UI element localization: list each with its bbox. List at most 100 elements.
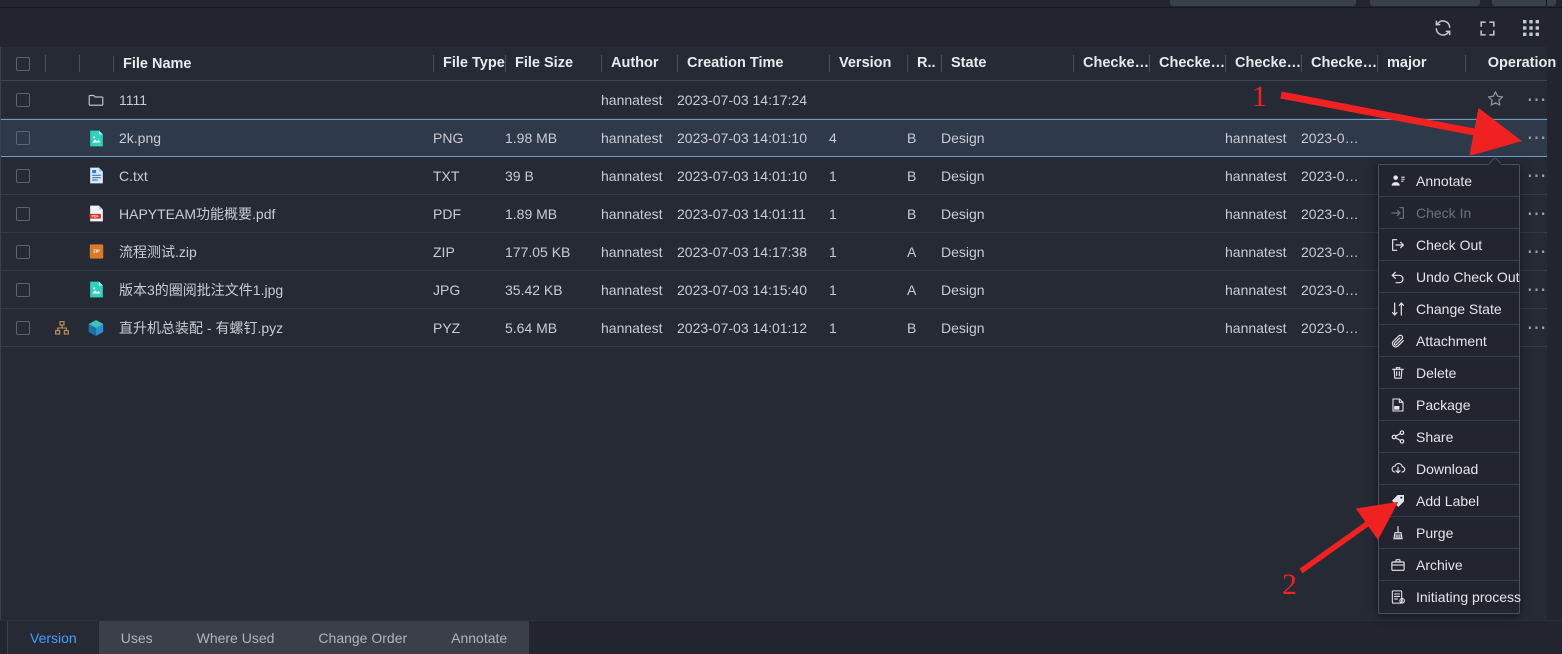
header-checked-3[interactable]: Checke… bbox=[1225, 55, 1301, 72]
header-checked-2[interactable]: Checke… bbox=[1149, 55, 1225, 72]
row-r: B bbox=[907, 167, 917, 184]
row-checkbox[interactable] bbox=[16, 206, 30, 221]
favorite-star-icon[interactable] bbox=[1486, 127, 1505, 149]
row-author: hannatest bbox=[601, 281, 663, 298]
menu-item-add-label[interactable]: Add Label bbox=[1379, 485, 1519, 517]
tab-where-used[interactable]: Where Used bbox=[174, 621, 297, 654]
row-state: Design bbox=[941, 281, 985, 298]
file-table: File Name File Type File Size Author Cre… bbox=[0, 47, 1556, 620]
table-row[interactable]: ZIP 流程测试.zip ZIP 177.05 KB hannatest 202… bbox=[1, 233, 1547, 271]
row-file-name[interactable]: 流程测试.zip bbox=[113, 242, 433, 262]
row-more-options-button[interactable]: ⋯ bbox=[1527, 128, 1549, 148]
header-author[interactable]: Author bbox=[601, 55, 677, 72]
row-file-name[interactable]: 直升机总装配 - 有螺钉.pyz bbox=[113, 318, 433, 338]
row-more-options-button[interactable]: ⋯ bbox=[1527, 166, 1549, 186]
header-version[interactable]: Version bbox=[829, 55, 907, 72]
header-state[interactable]: State bbox=[941, 55, 1073, 72]
row-checkbox[interactable] bbox=[16, 244, 30, 259]
row-file-name[interactable]: C.txt bbox=[113, 168, 433, 184]
row-checked-3: hannatest bbox=[1225, 167, 1287, 184]
svg-text:PDF: PDF bbox=[91, 215, 99, 219]
menu-item-initiating-process[interactable]: Initiating process bbox=[1379, 581, 1521, 613]
table-row[interactable]: C.txt TXT 39 B hannatest 2023-07-03 14:0… bbox=[1, 157, 1547, 195]
row-checkbox[interactable] bbox=[16, 168, 30, 183]
refresh-icon[interactable] bbox=[1432, 17, 1454, 39]
header-r[interactable]: R.. bbox=[907, 55, 941, 72]
menu-item-check-out[interactable]: Check Out bbox=[1379, 229, 1519, 261]
row-file-type: JPG bbox=[433, 281, 461, 298]
row-file-name[interactable]: 1111 bbox=[113, 92, 433, 108]
svg-text:ZIP: ZIP bbox=[1394, 406, 1398, 410]
purge-broom-icon bbox=[1389, 524, 1406, 541]
menu-item-purge[interactable]: Purge bbox=[1379, 517, 1519, 549]
row-author: hannatest bbox=[601, 319, 663, 336]
row-state: Design bbox=[941, 319, 985, 336]
txt-file-icon bbox=[79, 166, 113, 185]
row-more-options-button[interactable]: ⋯ bbox=[1527, 318, 1549, 338]
tab-uses[interactable]: Uses bbox=[98, 621, 175, 654]
menu-item-archive[interactable]: Archive bbox=[1379, 549, 1519, 581]
menu-item-label: Archive bbox=[1416, 556, 1463, 573]
row-file-type: TXT bbox=[433, 167, 460, 184]
table-row[interactable]: 1111 hannatest 2023-07-03 14:17:24 ⋯ bbox=[1, 81, 1547, 119]
menu-item-label: Share bbox=[1416, 428, 1454, 445]
row-more-options-button[interactable]: ⋯ bbox=[1527, 204, 1549, 224]
tab-change-order[interactable]: Change Order bbox=[296, 621, 430, 654]
package-icon: ZIP bbox=[1389, 396, 1406, 413]
table-row[interactable]: 2k.png PNG 1.98 MB hannatest 2023-07-03 … bbox=[1, 119, 1547, 157]
menu-item-change-state[interactable]: Change State bbox=[1379, 293, 1519, 325]
favorite-star-icon[interactable] bbox=[1486, 89, 1505, 111]
header-checked-4[interactable]: Checke… bbox=[1301, 55, 1377, 72]
menu-item-delete[interactable]: Delete bbox=[1379, 357, 1519, 389]
header-file-size[interactable]: File Size bbox=[505, 55, 601, 72]
row-tree-toggle[interactable] bbox=[45, 320, 79, 336]
menu-item-annotate[interactable]: Annotate bbox=[1379, 165, 1519, 197]
row-select-cell bbox=[1, 168, 45, 183]
header-creation-time[interactable]: Creation Time bbox=[677, 55, 829, 72]
row-r: A bbox=[907, 281, 917, 298]
row-state: Design bbox=[941, 130, 985, 146]
image-file-icon bbox=[79, 280, 113, 299]
table-row[interactable]: 版本3的圈阅批注文件1.jpg JPG 35.42 KB hannatest 2… bbox=[1, 271, 1547, 309]
row-file-name[interactable]: HAPYTEAM功能概要.pdf bbox=[113, 204, 433, 224]
header-tree-col bbox=[45, 55, 79, 72]
tab-annotate[interactable]: Annotate bbox=[429, 621, 530, 654]
row-more-options-button[interactable]: ⋯ bbox=[1527, 280, 1549, 300]
row-more-options-button[interactable]: ⋯ bbox=[1527, 242, 1549, 262]
menu-item-undo-check-out[interactable]: Undo Check Out bbox=[1379, 261, 1520, 293]
tab-version[interactable]: Version bbox=[8, 621, 99, 654]
table-row[interactable]: PDF HAPYTEAM功能概要.pdf PDF 1.89 MB hannate… bbox=[1, 195, 1547, 233]
menu-item-download[interactable]: Download bbox=[1379, 453, 1519, 485]
share-icon bbox=[1389, 428, 1406, 445]
row-file-name[interactable]: 2k.png bbox=[113, 130, 433, 146]
menu-item-package[interactable]: ZIP Package bbox=[1379, 389, 1519, 421]
menu-item-attachment[interactable]: Attachment bbox=[1379, 325, 1519, 357]
row-file-size: 1.89 MB bbox=[505, 205, 558, 222]
header-file-type[interactable]: File Type bbox=[433, 55, 505, 72]
row-version: 1 bbox=[829, 167, 837, 184]
header-file-name[interactable]: File Name bbox=[113, 55, 433, 72]
row-creation-time: 2023-07-03 14:01:10 bbox=[677, 167, 807, 184]
apps-grid-icon[interactable] bbox=[1520, 17, 1542, 39]
row-checkbox[interactable] bbox=[16, 282, 30, 297]
fullscreen-icon[interactable] bbox=[1476, 17, 1498, 39]
row-version: 4 bbox=[829, 130, 837, 146]
row-author: hannatest bbox=[601, 130, 663, 146]
download-cloud-icon bbox=[1389, 460, 1406, 477]
row-operations: ⋯ bbox=[1465, 127, 1562, 149]
menu-item-label: Check Out bbox=[1416, 236, 1483, 253]
header-checked-1[interactable]: Checke… bbox=[1073, 55, 1149, 72]
header-major[interactable]: major bbox=[1377, 55, 1465, 72]
select-all-checkbox[interactable] bbox=[16, 56, 30, 71]
row-file-type: ZIP bbox=[433, 243, 455, 260]
row-file-name[interactable]: 版本3的圈阅批注文件1.jpg bbox=[113, 280, 433, 300]
row-checkbox[interactable] bbox=[16, 92, 30, 107]
table-row[interactable]: 直升机总装配 - 有螺钉.pyz PYZ 5.64 MB hannatest 2… bbox=[1, 309, 1547, 347]
menu-item-label: Annotate bbox=[1416, 172, 1473, 189]
row-checkbox[interactable] bbox=[16, 131, 30, 145]
pdf-file-icon: PDF bbox=[79, 204, 113, 223]
menu-item-share[interactable]: Share bbox=[1379, 421, 1519, 453]
row-more-options-button[interactable]: ⋯ bbox=[1527, 90, 1549, 110]
row-creation-time: 2023-07-03 14:01:11 bbox=[677, 205, 806, 222]
row-checkbox[interactable] bbox=[16, 320, 30, 335]
